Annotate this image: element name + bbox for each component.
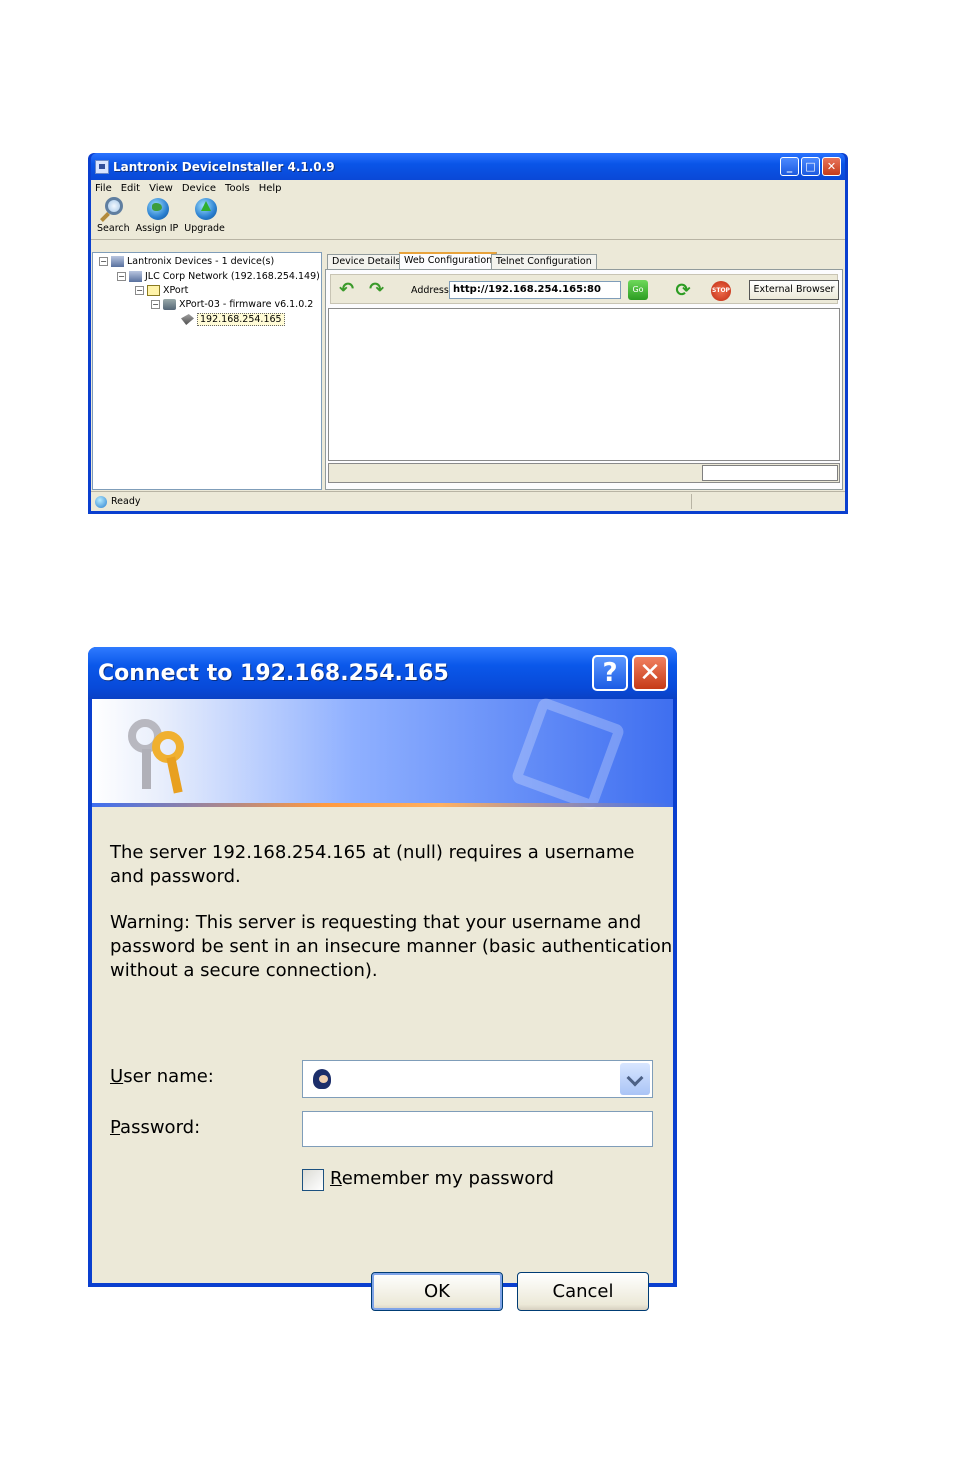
menu-device[interactable]: Device — [182, 183, 216, 194]
remember-password-label[interactable]: Remember my password — [330, 1168, 554, 1189]
folder-icon — [147, 285, 160, 296]
tab-device-details[interactable]: Device Details — [327, 254, 406, 269]
collapse-icon[interactable]: − — [151, 300, 160, 309]
menu-view[interactable]: View — [149, 183, 173, 194]
network-icon — [129, 271, 142, 282]
ip-node-icon — [181, 314, 194, 325]
network-icon — [111, 256, 124, 267]
tree-ip[interactable]: 192.168.254.165 — [181, 313, 285, 326]
keys-icon — [122, 713, 202, 794]
status-divider — [691, 494, 692, 509]
stop-button[interactable]: STOP — [711, 281, 731, 301]
tree-device[interactable]: − XPort-03 - firmware v6.1.0.2 — [151, 298, 313, 311]
user-icon — [313, 1069, 331, 1089]
search-button-label: Search — [97, 223, 130, 234]
upgrade-button[interactable]: Upgrade — [184, 196, 225, 234]
menu-edit[interactable]: Edit — [121, 183, 140, 194]
browser-nav-bar: ↶ ↷ Address http://192.168.254.165:80 Go… — [330, 274, 839, 304]
dialog-close-button[interactable]: ✕ — [632, 655, 668, 691]
back-arrow-icon[interactable]: ↶ — [339, 281, 359, 299]
menu-tools[interactable]: Tools — [225, 183, 250, 194]
globe-icon — [143, 196, 171, 222]
assign-ip-button-label: Assign IP — [135, 223, 179, 234]
collapse-icon[interactable]: − — [99, 257, 108, 266]
help-button[interactable]: ? — [592, 655, 628, 691]
password-input[interactable] — [302, 1111, 653, 1147]
status-text: Ready — [111, 496, 141, 507]
device-icon — [163, 299, 176, 310]
progress-bar — [702, 465, 838, 481]
forward-arrow-icon[interactable]: ↷ — [369, 281, 389, 299]
tab-web-configuration[interactable]: Web Configuration — [399, 252, 498, 269]
banner-divider — [92, 803, 673, 807]
close-button[interactable]: ✕ — [822, 157, 841, 176]
tree-network[interactable]: − JLC Corp Network (192.168.254.149) — [117, 270, 320, 283]
assign-ip-button[interactable]: Assign IP — [135, 196, 179, 234]
password-label: Password: — [110, 1117, 201, 1138]
tab-telnet-configuration[interactable]: Telnet Configuration — [491, 254, 597, 269]
banner-watermark — [510, 696, 626, 812]
dialog-titlebar[interactable]: Connect to 192.168.254.165 ? ✕ — [88, 647, 677, 699]
ready-globe-icon — [95, 495, 107, 508]
web-status-bar — [328, 463, 840, 483]
maximize-button[interactable]: □ — [801, 157, 820, 176]
menu-help[interactable]: Help — [259, 183, 282, 194]
warning-message: Warning: This server is requesting that … — [110, 912, 673, 981]
connect-dialog: Connect to 192.168.254.165 ? ✕ The serve… — [88, 647, 677, 1311]
device-tree[interactable]: − Lantronix Devices - 1 device(s) − JLC … — [92, 252, 322, 490]
web-view[interactable] — [328, 308, 840, 461]
search-button[interactable]: Search — [97, 196, 130, 234]
window-title: Lantronix DeviceInstaller 4.1.0.9 — [113, 159, 335, 174]
deviceinstaller-titlebar[interactable]: Lantronix DeviceInstaller 4.1.0.9 _ □ ✕ — [91, 153, 845, 180]
menu-file[interactable]: File — [95, 183, 112, 194]
web-configuration-panel: ↶ ↷ Address http://192.168.254.165:80 Go… — [325, 269, 843, 490]
username-label: User name: — [110, 1066, 214, 1087]
external-browser-button[interactable]: External Browser — [749, 280, 839, 300]
server-message: The server 192.168.254.165 at (null) req… — [110, 842, 635, 887]
remember-password-checkbox[interactable] — [302, 1169, 324, 1191]
cancel-button[interactable]: Cancel — [517, 1272, 649, 1311]
tree-folder[interactable]: − XPort — [135, 284, 188, 297]
upgrade-button-label: Upgrade — [184, 223, 225, 234]
dialog-body: The server 192.168.254.165 at (null) req… — [92, 696, 673, 1311]
chevron-down-icon[interactable] — [620, 1063, 650, 1095]
tab-strip: Device Details Web Configuration Telnet … — [325, 252, 843, 269]
window-body: File Edit View Device Tools Help Search … — [91, 180, 845, 511]
search-icon — [99, 196, 127, 222]
status-bar: Ready — [91, 491, 845, 511]
collapse-icon[interactable]: − — [117, 272, 126, 281]
upgrade-globe-icon — [191, 196, 219, 222]
dialog-title: Connect to 192.168.254.165 — [98, 660, 449, 686]
address-label: Address — [411, 285, 449, 296]
collapse-icon[interactable]: − — [135, 286, 144, 295]
toolbar: Search Assign IP Upgrade — [91, 196, 845, 240]
address-input[interactable]: http://192.168.254.165:80 — [449, 281, 621, 299]
menu-bar: File Edit View Device Tools Help — [91, 180, 845, 196]
tree-root[interactable]: − Lantronix Devices - 1 device(s) — [99, 255, 274, 268]
go-button[interactable]: Go — [628, 280, 648, 300]
dialog-banner — [92, 696, 673, 812]
refresh-icon[interactable]: ⟳ — [673, 281, 693, 301]
detail-pane: Device Details Web Configuration Telnet … — [325, 252, 843, 490]
deviceinstaller-window: Lantronix DeviceInstaller 4.1.0.9 _ □ ✕ … — [88, 153, 848, 514]
minimize-button[interactable]: _ — [780, 157, 799, 176]
username-combo[interactable] — [302, 1060, 653, 1098]
app-icon — [95, 159, 109, 174]
ok-button[interactable]: OK — [371, 1272, 503, 1311]
